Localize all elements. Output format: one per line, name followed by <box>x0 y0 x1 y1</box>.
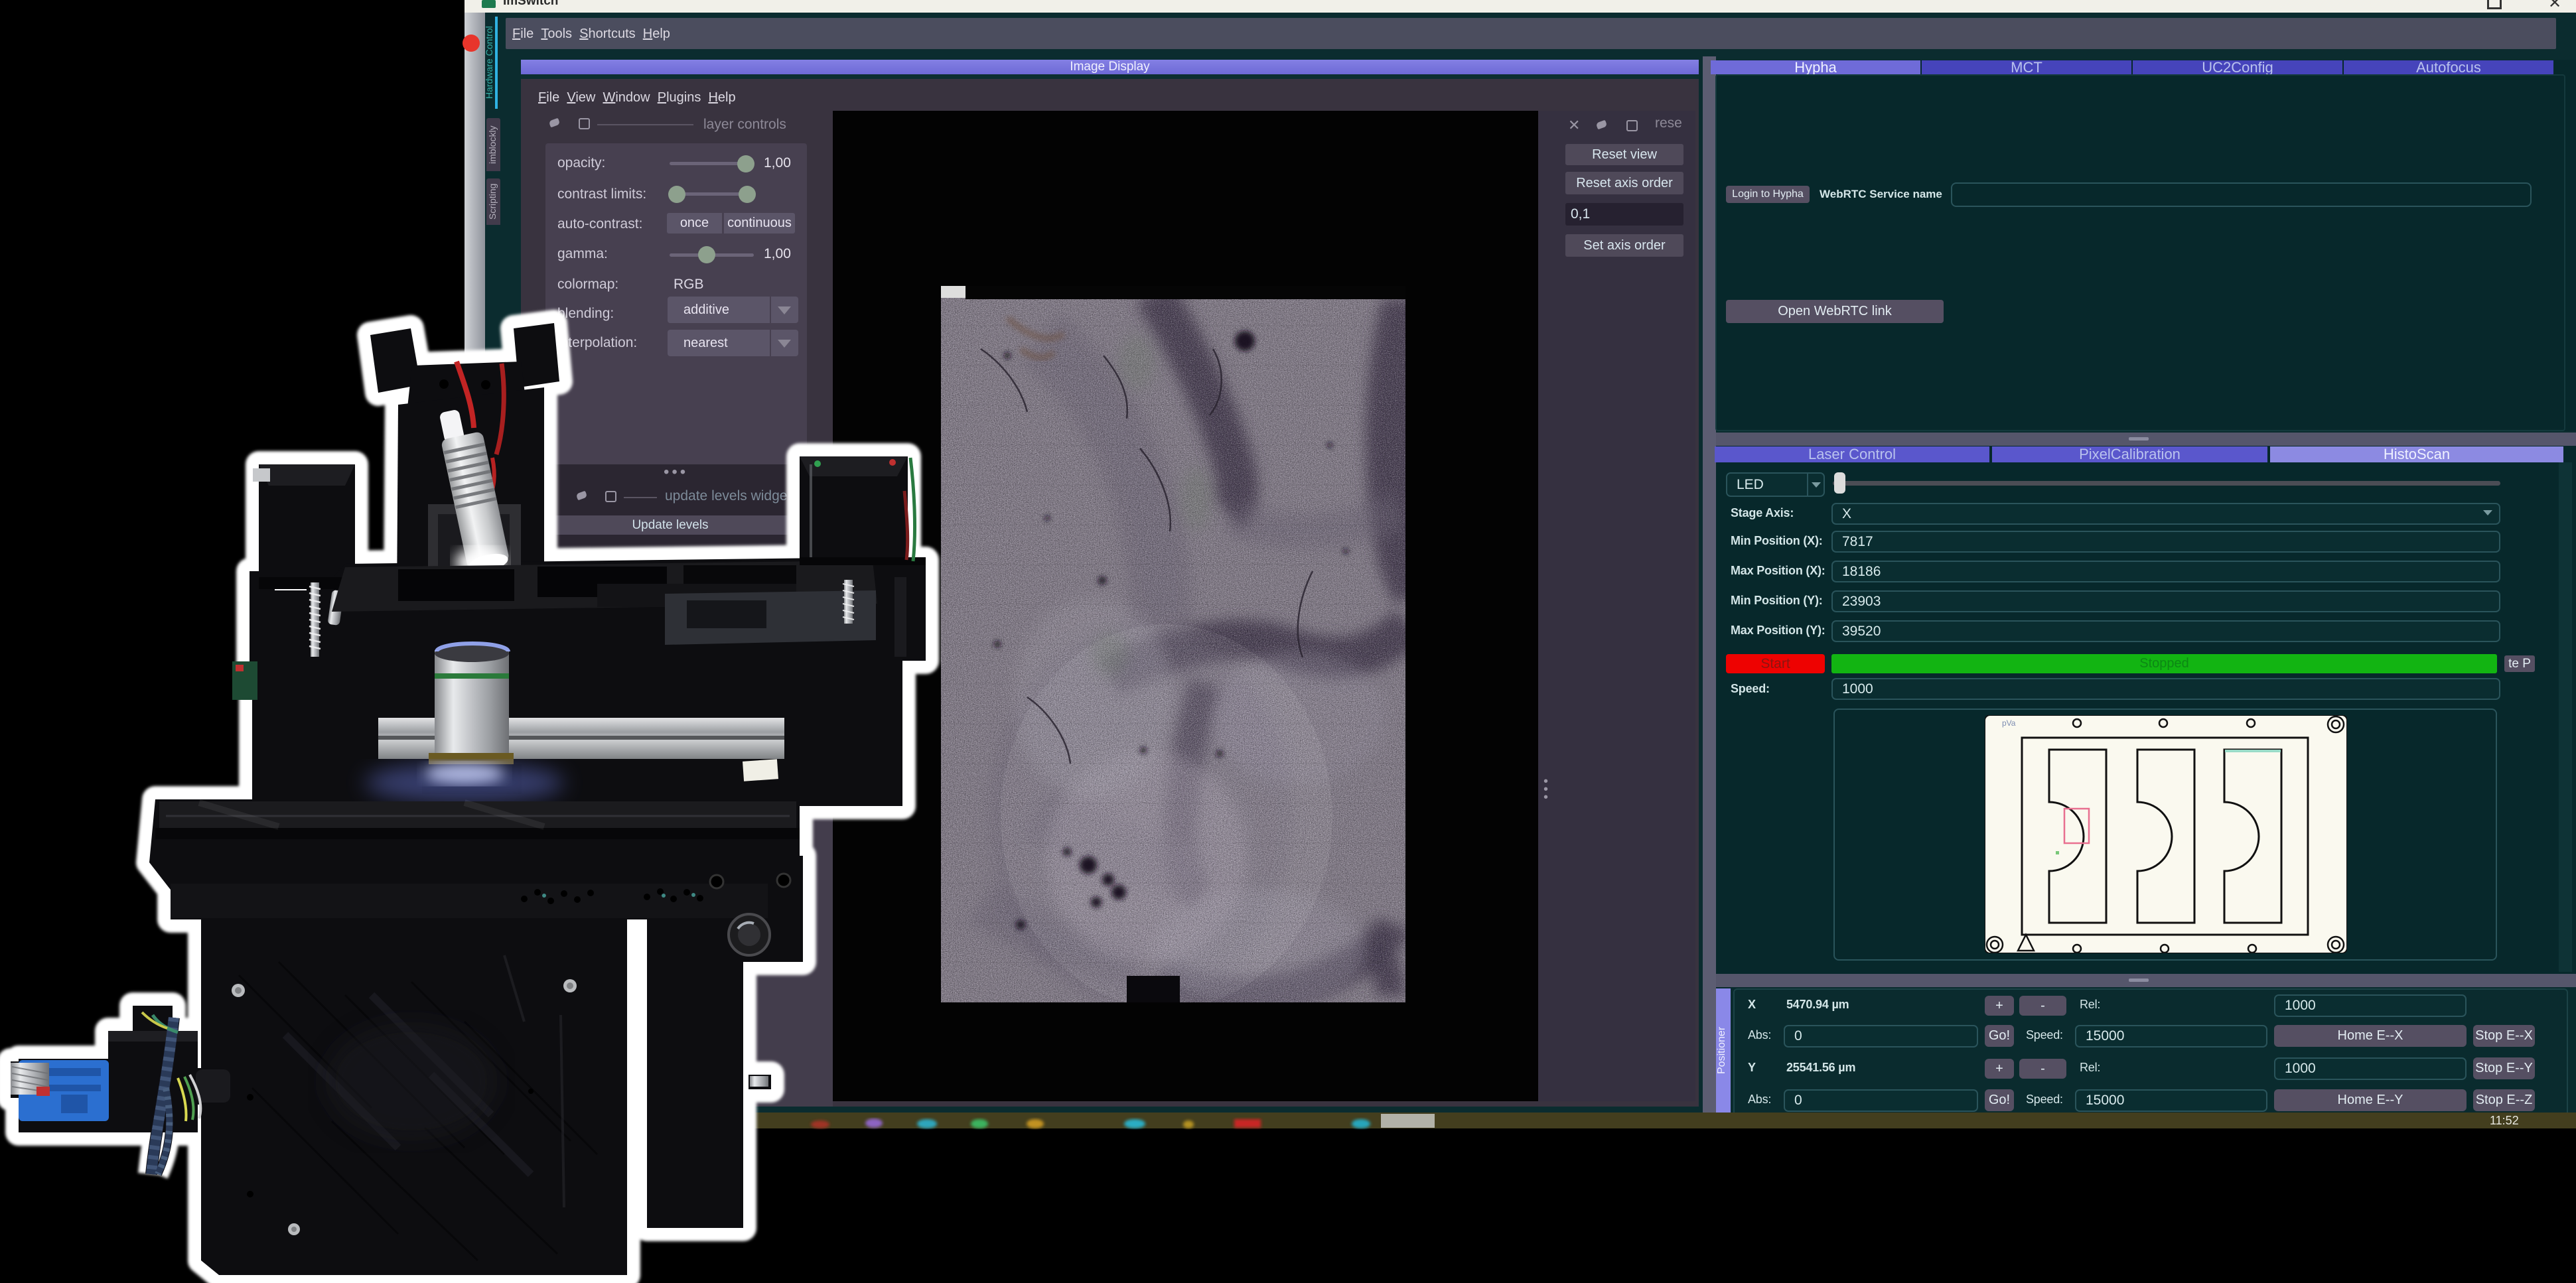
svg-text:pVa: pVa <box>2002 718 2016 728</box>
